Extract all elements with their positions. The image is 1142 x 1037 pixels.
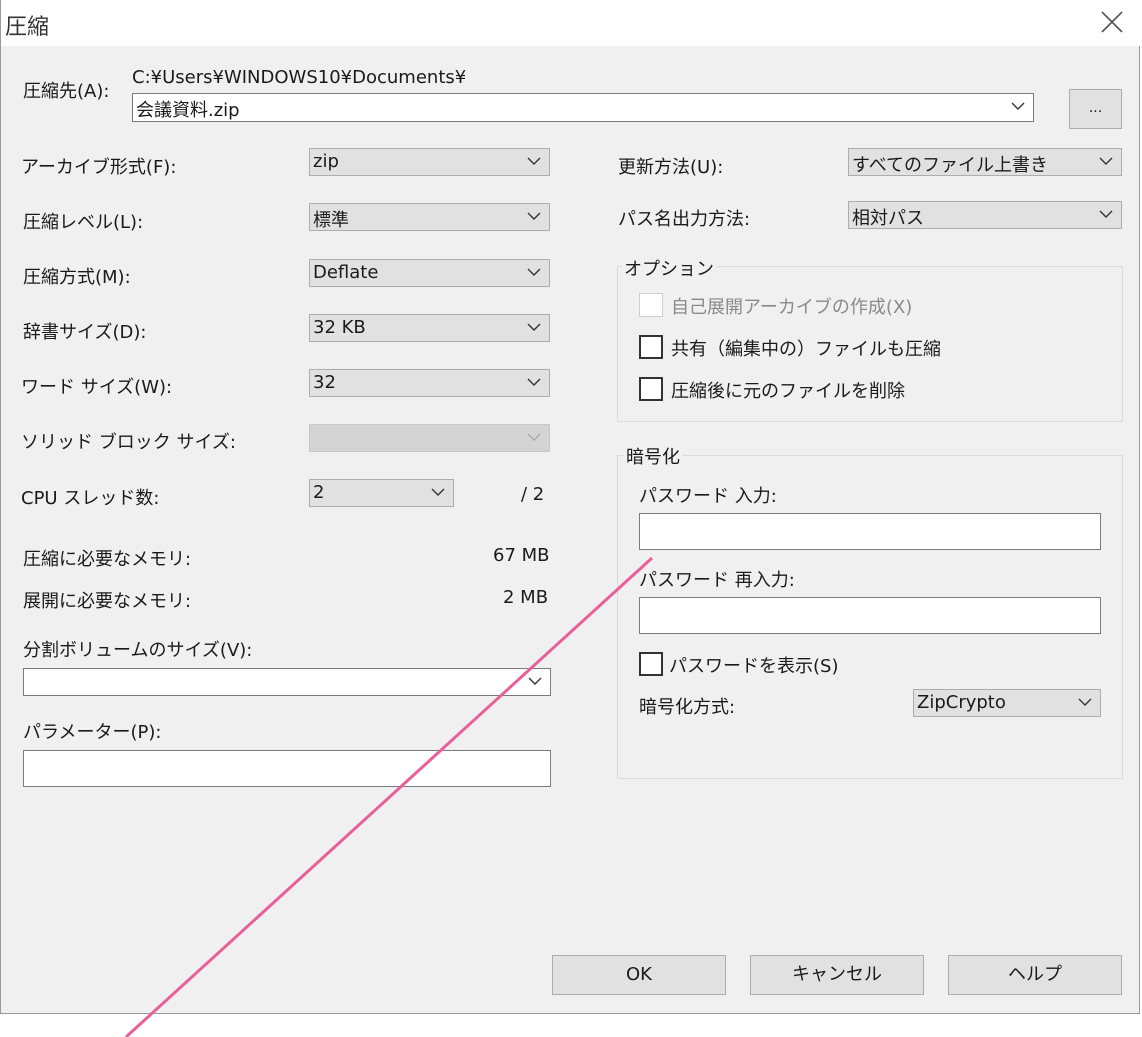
chevron-down-icon bbox=[527, 157, 541, 165]
level-label: 圧縮レベル(L): bbox=[23, 212, 144, 233]
cpu-select[interactable]: 2 bbox=[309, 479, 454, 507]
dict-label: 辞書サイズ(D): bbox=[23, 322, 147, 343]
pathmode-label: パス名出力方法: bbox=[618, 209, 751, 230]
enc-method-value: ZipCrypto bbox=[917, 692, 1006, 713]
params-label: パラメーター(P): bbox=[23, 722, 162, 743]
chevron-down-icon bbox=[527, 323, 541, 331]
dict-value: 32 KB bbox=[313, 317, 366, 338]
title-bar: 圧縮 bbox=[1, 0, 1141, 46]
chevron-down-icon bbox=[1011, 102, 1025, 110]
mem-decomp-label: 展開に必要なメモリ: bbox=[23, 591, 192, 612]
update-label: 更新方法(U): bbox=[618, 157, 724, 178]
help-button[interactable]: ヘルプ bbox=[948, 955, 1122, 995]
chevron-down-icon bbox=[431, 488, 445, 496]
password-confirm-input[interactable] bbox=[639, 597, 1101, 634]
options-title: オプション bbox=[622, 255, 716, 281]
show-password-label: パスワードを表示(S) bbox=[669, 656, 839, 677]
delete-after-checkbox[interactable] bbox=[639, 377, 663, 401]
password-input[interactable] bbox=[639, 513, 1101, 550]
chevron-down-icon bbox=[527, 378, 541, 386]
dest-filename-combo[interactable]: 会議資料.zip bbox=[132, 93, 1034, 122]
level-select[interactable]: 標準 bbox=[309, 203, 550, 231]
word-value: 32 bbox=[313, 372, 336, 393]
sfx-checkbox bbox=[639, 293, 663, 317]
split-combo[interactable] bbox=[23, 668, 551, 696]
dest-path: C:¥Users¥WINDOWS10¥Documents¥ bbox=[132, 67, 467, 88]
split-label: 分割ボリュームのサイズ(V): bbox=[23, 640, 253, 661]
browse-button[interactable]: ... bbox=[1069, 89, 1122, 129]
solid-select bbox=[309, 424, 550, 452]
chevron-down-icon bbox=[527, 268, 541, 276]
update-select[interactable]: すべてのファイル上書き bbox=[848, 148, 1122, 176]
window-title: 圧縮 bbox=[5, 15, 50, 40]
compress-dialog: 圧縮 圧縮先(A): C:¥Users¥WINDOWS10¥Documents¥… bbox=[0, 0, 1141, 1014]
chevron-down-icon bbox=[1078, 698, 1092, 706]
sfx-label: 自己展開アーカイブの作成(X) bbox=[671, 297, 913, 318]
ok-button[interactable]: OK bbox=[552, 955, 726, 995]
level-value: 標準 bbox=[313, 210, 349, 231]
password-label: パスワード 入力: bbox=[639, 486, 777, 507]
solid-label: ソリッド ブロック サイズ: bbox=[21, 432, 236, 453]
dest-filename-value: 会議資料.zip bbox=[136, 100, 240, 121]
method-value: Deflate bbox=[313, 262, 379, 283]
delete-after-label: 圧縮後に元のファイルを削除 bbox=[671, 381, 905, 402]
mem-comp-label: 圧縮に必要なメモリ: bbox=[23, 549, 192, 570]
close-button[interactable] bbox=[1091, 2, 1133, 42]
chevron-down-icon bbox=[527, 433, 541, 441]
cpu-label: CPU スレッド数: bbox=[21, 488, 160, 509]
archive-format-value: zip bbox=[313, 151, 339, 172]
close-icon bbox=[1101, 11, 1123, 33]
update-value: すべてのファイル上書き bbox=[852, 155, 1049, 176]
cancel-button[interactable]: キャンセル bbox=[750, 955, 924, 995]
archive-format-select[interactable]: zip bbox=[309, 148, 550, 176]
encryption-title: 暗号化 bbox=[624, 443, 682, 469]
enc-method-select[interactable]: ZipCrypto bbox=[913, 689, 1101, 717]
mem-decomp-value: 2 MB bbox=[503, 587, 549, 608]
dict-select[interactable]: 32 KB bbox=[309, 314, 550, 342]
chevron-down-icon bbox=[1099, 210, 1113, 218]
dest-label: 圧縮先(A): bbox=[23, 81, 110, 102]
pathmode-value: 相対パス bbox=[852, 208, 924, 229]
word-label: ワード サイズ(W): bbox=[21, 377, 173, 398]
password-confirm-label: パスワード 再入力: bbox=[639, 570, 795, 591]
show-password-checkbox[interactable] bbox=[639, 652, 663, 676]
enc-method-label: 暗号化方式: bbox=[639, 697, 736, 718]
params-input[interactable] bbox=[23, 750, 551, 787]
mem-comp-value: 67 MB bbox=[493, 545, 550, 566]
method-label: 圧縮方式(M): bbox=[23, 267, 131, 288]
shared-checkbox[interactable] bbox=[639, 335, 663, 359]
chevron-down-icon bbox=[1099, 157, 1113, 165]
cpu-value: 2 bbox=[313, 482, 325, 503]
cpu-max: / 2 bbox=[521, 484, 545, 505]
method-select[interactable]: Deflate bbox=[309, 259, 550, 287]
chevron-down-icon bbox=[527, 212, 541, 220]
archive-format-label: アーカイブ形式(F): bbox=[21, 157, 177, 178]
pathmode-select[interactable]: 相対パス bbox=[848, 201, 1122, 229]
word-select[interactable]: 32 bbox=[309, 369, 550, 397]
chevron-down-icon bbox=[528, 677, 542, 685]
shared-label: 共有（編集中の）ファイルも圧縮 bbox=[671, 339, 941, 360]
